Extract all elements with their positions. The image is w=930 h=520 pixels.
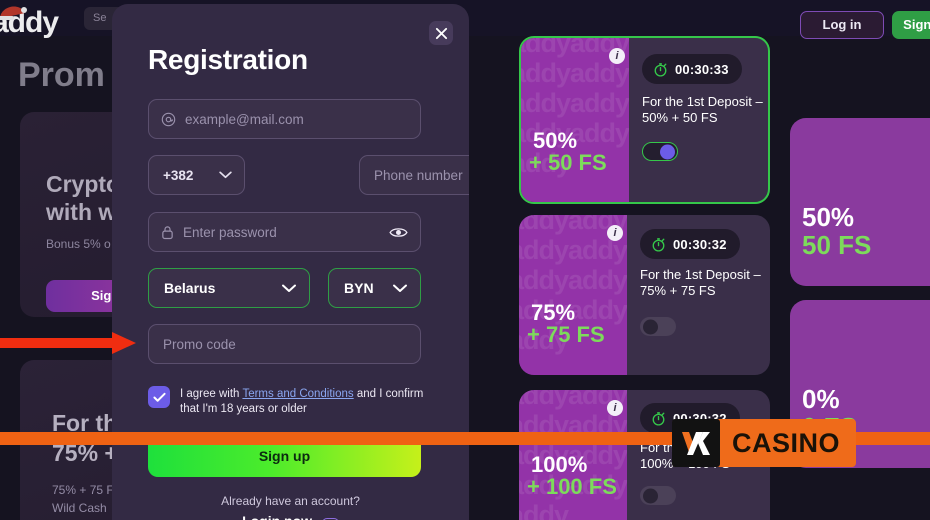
annotation-arrow xyxy=(0,332,136,354)
chevron-down-icon xyxy=(282,284,296,292)
chevron-down-icon xyxy=(219,171,232,179)
phone-placeholder: Phone number xyxy=(374,167,463,183)
site-signup-button[interactable]: Sign up xyxy=(892,11,930,39)
currency-select[interactable]: BYN xyxy=(328,268,421,308)
promo-card-welcome-line2: Wild Cash xyxy=(52,501,107,515)
at-icon xyxy=(161,112,176,127)
page-title: Prom xyxy=(18,56,105,94)
casino-logo-icon xyxy=(672,419,720,467)
crypto-title-line1: Crypto xyxy=(46,171,121,197)
country-code-select[interactable]: +382 xyxy=(148,155,245,195)
bonus-freespins-100: + 100 FS xyxy=(527,474,617,499)
crypto-title-line2: with w xyxy=(46,199,117,225)
email-field[interactable]: example@mail.com xyxy=(148,99,421,139)
stopwatch-icon xyxy=(654,62,667,77)
toggle-knob xyxy=(643,488,658,503)
bonus-toggle-100[interactable] xyxy=(640,486,676,505)
lock-icon xyxy=(161,225,174,240)
bonus-toggle-75[interactable] xyxy=(640,317,676,336)
bonus-option-75[interactable]: addyaddyaddyaddyaddyaddyaddyaddyaddy i 7… xyxy=(519,215,770,375)
page-title: Registration xyxy=(148,44,308,75)
bonus-toggle-50[interactable] xyxy=(642,142,678,161)
toggle-knob xyxy=(660,144,675,159)
bonus-timer-75: 00:30:32 xyxy=(640,229,740,259)
phone-input[interactable]: Phone number xyxy=(359,155,469,195)
currency-value: BYN xyxy=(344,280,374,296)
close-icon xyxy=(435,27,447,39)
password-field[interactable]: Enter password xyxy=(148,212,421,252)
santa-hat-icon xyxy=(0,6,27,20)
country-select[interactable]: Belarus xyxy=(148,268,310,308)
site-login-button[interactable]: Log in xyxy=(800,11,884,39)
login-now-link[interactable]: Login now › xyxy=(112,513,469,520)
info-icon[interactable]: i xyxy=(607,225,623,241)
promo-code-placeholder: Promo code xyxy=(163,336,236,352)
country-value: Belarus xyxy=(164,280,216,296)
eye-icon xyxy=(388,227,408,237)
password-visibility-toggle[interactable] xyxy=(388,222,408,242)
email-placeholder: example@mail.com xyxy=(185,111,304,127)
agreement-checkbox[interactable] xyxy=(148,386,170,408)
password-placeholder: Enter password xyxy=(183,224,277,240)
check-icon xyxy=(152,392,166,402)
agreement-text: I agree with Terms and Conditions and I … xyxy=(180,385,433,417)
bonus-card-percent: 50% xyxy=(802,202,855,232)
bonus-description-75: For the 1st Deposit – 75% + 75 FS xyxy=(640,267,761,298)
info-icon[interactable]: i xyxy=(609,48,625,64)
bonus-description-50: For the 1st Deposit – 50% + 50 FS xyxy=(642,94,763,125)
site-logo[interactable]: addy xyxy=(0,6,59,40)
background-bonus-card-1[interactable]: i 50% 50 FS xyxy=(790,118,930,286)
agreement-row[interactable]: I agree with Terms and Conditions and I … xyxy=(148,385,433,417)
bonus-timer-value-50: 00:30:33 xyxy=(675,61,729,77)
terms-and-conditions-link[interactable]: Terms and Conditions xyxy=(242,388,353,400)
info-icon[interactable]: i xyxy=(607,400,623,416)
bonus-option-50[interactable]: addyaddyaddyaddyaddyaddyaddyaddyaddy i 5… xyxy=(519,36,770,204)
bonus-card-percent: 0% xyxy=(802,384,840,414)
promo-code-input[interactable]: Promo code xyxy=(148,324,421,364)
screen: addy Se Log in Sign up Prom Cryptowith w… xyxy=(0,0,930,520)
country-code-value: +382 xyxy=(163,167,194,183)
toggle-knob xyxy=(643,319,658,334)
promo-card-crypto-subtitle: Bonus 5% o xyxy=(46,237,111,251)
chevron-down-icon xyxy=(393,284,407,292)
bonus-timer-value-75: 00:30:32 xyxy=(673,236,727,252)
agreement-prefix: I agree with xyxy=(180,388,243,400)
bonus-timer-50: 00:30:33 xyxy=(642,54,742,84)
promo-card-crypto-title: Crypto with w xyxy=(46,170,120,226)
login-now-label: Login now xyxy=(242,513,312,520)
close-button[interactable] xyxy=(429,21,453,45)
casino-watermark: CASINO xyxy=(672,419,857,467)
casino-watermark-text: CASINO xyxy=(732,427,841,458)
bonus-freespins-75: + 75 FS xyxy=(527,322,605,347)
already-have-account-text: Already have an account? xyxy=(221,494,360,508)
stopwatch-icon xyxy=(652,237,665,252)
stopwatch-icon xyxy=(652,411,665,426)
bonus-freespins-50: + 50 FS xyxy=(529,150,607,175)
bonus-card-freespins: 50 FS xyxy=(802,230,872,260)
